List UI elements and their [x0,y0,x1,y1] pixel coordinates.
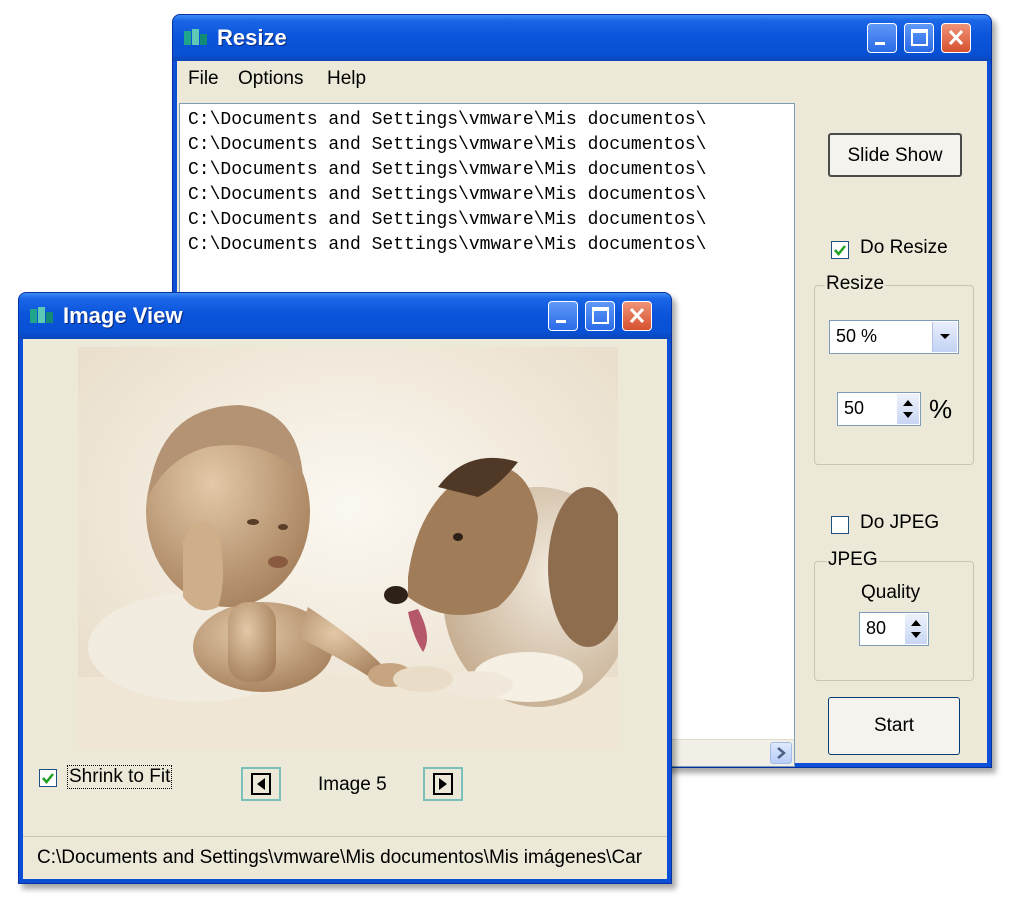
quality-spinner[interactable]: 80 [859,612,929,646]
status-path: C:\Documents and Settings\vmware\Mis doc… [37,847,643,868]
prev-image-icon [251,773,271,795]
minimize-button[interactable] [548,301,578,331]
resize-spin-value: 50 [844,398,865,418]
checkmark-icon [834,245,846,256]
list-item[interactable]: C:\Documents and Settings\vmware\Mis doc… [188,185,706,205]
next-image-icon [433,773,453,795]
quality-value: 80 [866,618,887,638]
percent-unit: % [929,394,953,424]
spin-down-icon [911,632,921,638]
app-icon [30,307,53,323]
image-view-client-area: Shrink to Fit Image 5 C:\Documents and S… [23,339,667,879]
do-jpeg-label: Do JPEG [860,512,940,533]
minimize-icon [556,320,566,323]
list-item[interactable]: C:\Documents and Settings\vmware\Mis doc… [188,110,706,130]
resize-group-label: Resize [825,273,886,295]
image-display [78,347,618,749]
list-item[interactable]: C:\Documents and Settings\vmware\Mis doc… [188,160,706,180]
baby-and-puppy-photo [78,347,618,749]
spin-up-icon [903,400,913,418]
maximize-icon [592,307,609,324]
resize-combo-value: 50 % [836,326,878,346]
spin-buttons[interactable] [897,394,919,424]
resize-combo[interactable]: 50 % [829,320,959,354]
image-view-titlebar[interactable]: Image View [19,293,671,339]
start-label: Start [873,715,915,736]
menu-options[interactable]: Options [238,68,303,90]
quality-spin-buttons[interactable] [905,614,927,644]
menu-help[interactable]: Help [327,68,366,90]
list-item[interactable]: C:\Documents and Settings\vmware\Mis doc… [188,210,706,230]
minimize-icon [875,42,885,45]
list-item[interactable]: C:\Documents and Settings\vmware\Mis doc… [188,135,706,155]
app-icon [184,29,207,45]
resize-group: Resize 50 % 50 % [814,273,974,465]
maximize-button[interactable] [904,23,934,53]
do-jpeg-checkbox[interactable] [831,516,849,534]
resize-titlebar[interactable]: Resize [173,15,991,61]
maximize-icon [911,29,928,46]
slide-show-button[interactable]: Slide Show [828,133,962,177]
status-bar: C:\Documents and Settings\vmware\Mis doc… [23,836,667,879]
list-item[interactable]: C:\Documents and Settings\vmware\Mis doc… [188,235,706,255]
spin-down-icon [903,412,913,418]
combo-dropdown-button[interactable] [932,322,957,352]
resize-window-title: Resize [217,25,287,50]
menu-bar: File Options Help [177,61,987,97]
close-icon [948,29,964,46]
do-resize-checkbox[interactable] [831,241,849,259]
do-resize-label: Do Resize [860,237,948,258]
checkmark-icon [42,773,54,784]
resize-percent-spinner[interactable]: 50 [837,392,921,426]
close-button[interactable] [941,23,971,53]
minimize-button[interactable] [867,23,897,53]
slide-show-label: Slide Show [847,145,943,166]
image-view-title: Image View [63,303,183,328]
scroll-right-icon [777,747,786,759]
menu-file[interactable]: File [188,68,219,90]
jpeg-group: JPEG Quality 80 [814,549,974,681]
start-button[interactable]: Start [828,697,960,755]
close-icon [629,307,645,324]
image-view-window: Image View Shrink to Fit Image 5 C:\Docu… [18,292,672,884]
scroll-right-button[interactable] [770,742,792,764]
close-button[interactable] [622,301,652,331]
combo-arrow-icon [940,334,950,339]
shrink-to-fit-label: Shrink to Fit [67,765,173,789]
next-image-button[interactable] [423,767,463,801]
spin-up-icon [911,620,921,638]
quality-label: Quality [861,582,921,603]
maximize-button[interactable] [585,301,615,331]
jpeg-group-label: JPEG [827,549,879,571]
shrink-to-fit-checkbox[interactable] [39,769,57,787]
prev-image-button[interactable] [241,767,281,801]
image-counter: Image 5 [318,774,387,795]
